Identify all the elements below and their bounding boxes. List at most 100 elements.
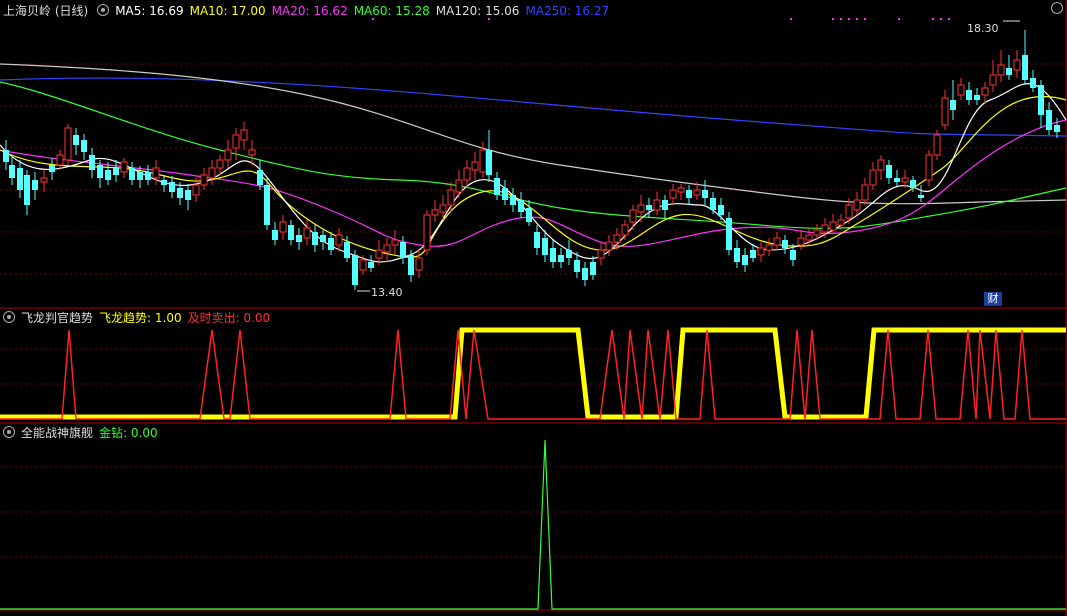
candle-body [702, 190, 708, 198]
candle-body [981, 87, 989, 96]
corner-settings-icon[interactable] [1051, 2, 1063, 14]
candle-body [597, 249, 605, 259]
candle-body [637, 204, 645, 213]
candle-body [526, 208, 532, 222]
candle-body [352, 255, 358, 285]
candle-body [726, 218, 732, 250]
candle-body [590, 262, 596, 275]
candle-body [662, 200, 668, 210]
candle-body [790, 250, 796, 260]
candle-body [861, 184, 869, 201]
candle-body [240, 129, 248, 141]
panel2-title: 飞龙判官趋势 [21, 311, 94, 325]
candle-body [479, 149, 487, 173]
candle-body [169, 182, 175, 192]
candle-body [296, 235, 302, 242]
candle-body [941, 97, 949, 126]
candle-body [821, 224, 829, 233]
candle-body [1046, 110, 1052, 130]
candle-body [9, 165, 15, 178]
candle-body [693, 189, 701, 196]
candle-body [750, 250, 756, 258]
candle-body [145, 172, 151, 180]
candle-body [224, 149, 232, 161]
candle-body [918, 195, 924, 198]
candle-body [1054, 125, 1060, 132]
candle-body [910, 180, 916, 188]
candle-body [49, 165, 55, 172]
candle-body [264, 185, 270, 225]
candle-body [869, 169, 877, 186]
candle-body [757, 247, 765, 256]
candle-body [653, 199, 661, 211]
candle-body [303, 227, 311, 239]
candle-body [129, 168, 135, 180]
candle-body [742, 255, 748, 265]
candle-body [359, 259, 367, 271]
candle-body [805, 234, 813, 241]
candle-body [613, 234, 621, 243]
candle-body [447, 189, 455, 206]
financial-report-badge[interactable]: 财 [984, 292, 1002, 306]
ma250-line [0, 77, 1067, 137]
candle-body [845, 204, 853, 219]
candle-body [782, 240, 788, 248]
stock-title: 上海贝岭 (日线) [3, 4, 89, 18]
candle-body [120, 161, 128, 173]
candle-body [550, 248, 556, 262]
chart-canvas[interactable] [0, 0, 1067, 616]
candle-body [423, 214, 431, 251]
candle-body [471, 161, 479, 171]
candle-body [950, 100, 956, 110]
candle-body [797, 237, 805, 246]
candle-body [989, 74, 997, 86]
candle-body [192, 184, 200, 196]
candle-body [320, 235, 326, 242]
candle-body [408, 255, 414, 275]
ma250-label: MA250: 16.27 [525, 4, 610, 18]
panel2-trend-label: 飞龙趋势: 1.00 [99, 311, 182, 325]
ma120-label: MA120: 15.06 [435, 4, 520, 18]
high-price-label: 18.30 [967, 22, 999, 35]
candle-body [113, 168, 119, 175]
candle-body [1006, 68, 1012, 75]
candle-body [383, 244, 391, 253]
panel3-gear-icon[interactable] [3, 426, 15, 438]
candle-body [621, 224, 629, 236]
ma10-line [0, 95, 1067, 258]
candle-body [89, 155, 95, 170]
candle-body [81, 140, 87, 152]
candle-body [718, 205, 724, 215]
ma20-label: MA20: 16.62 [271, 4, 348, 18]
panel2-sell-label: 及时卖出: 0.00 [187, 311, 271, 325]
low-price-label: 13.40 [371, 286, 403, 299]
candle-body [974, 95, 980, 100]
candle-body [400, 242, 406, 258]
panel2-gear-icon[interactable] [3, 311, 15, 323]
candle-body [137, 172, 143, 180]
candle-body [216, 159, 224, 169]
candle-body [415, 257, 423, 271]
candle-body [677, 187, 685, 193]
candle-body [1013, 59, 1021, 71]
panel3-header: 全能战神旗舰 金钻: 0.00 [0, 425, 164, 441]
candle-body [542, 238, 548, 255]
candle-body [1030, 78, 1036, 88]
candle-body [813, 229, 821, 236]
candle-body [335, 234, 343, 246]
candle-body [177, 188, 183, 198]
candle-body [56, 154, 64, 166]
candle-body [933, 134, 941, 156]
candle-body [208, 167, 216, 179]
candle-body [463, 167, 471, 181]
candle-body [328, 238, 334, 250]
candle-body [925, 154, 933, 181]
ma60-label: MA60: 15.28 [353, 4, 430, 18]
candle-body [161, 180, 167, 185]
panel2-header: 飞龙判官趋势 飞龙趋势: 1.00 及时卖出: 0.00 [0, 310, 276, 326]
candle-body [534, 232, 540, 248]
candle-body [853, 199, 861, 211]
candle-body [375, 249, 383, 259]
candle-body [886, 165, 892, 178]
settings-gear-icon[interactable] [97, 4, 110, 16]
